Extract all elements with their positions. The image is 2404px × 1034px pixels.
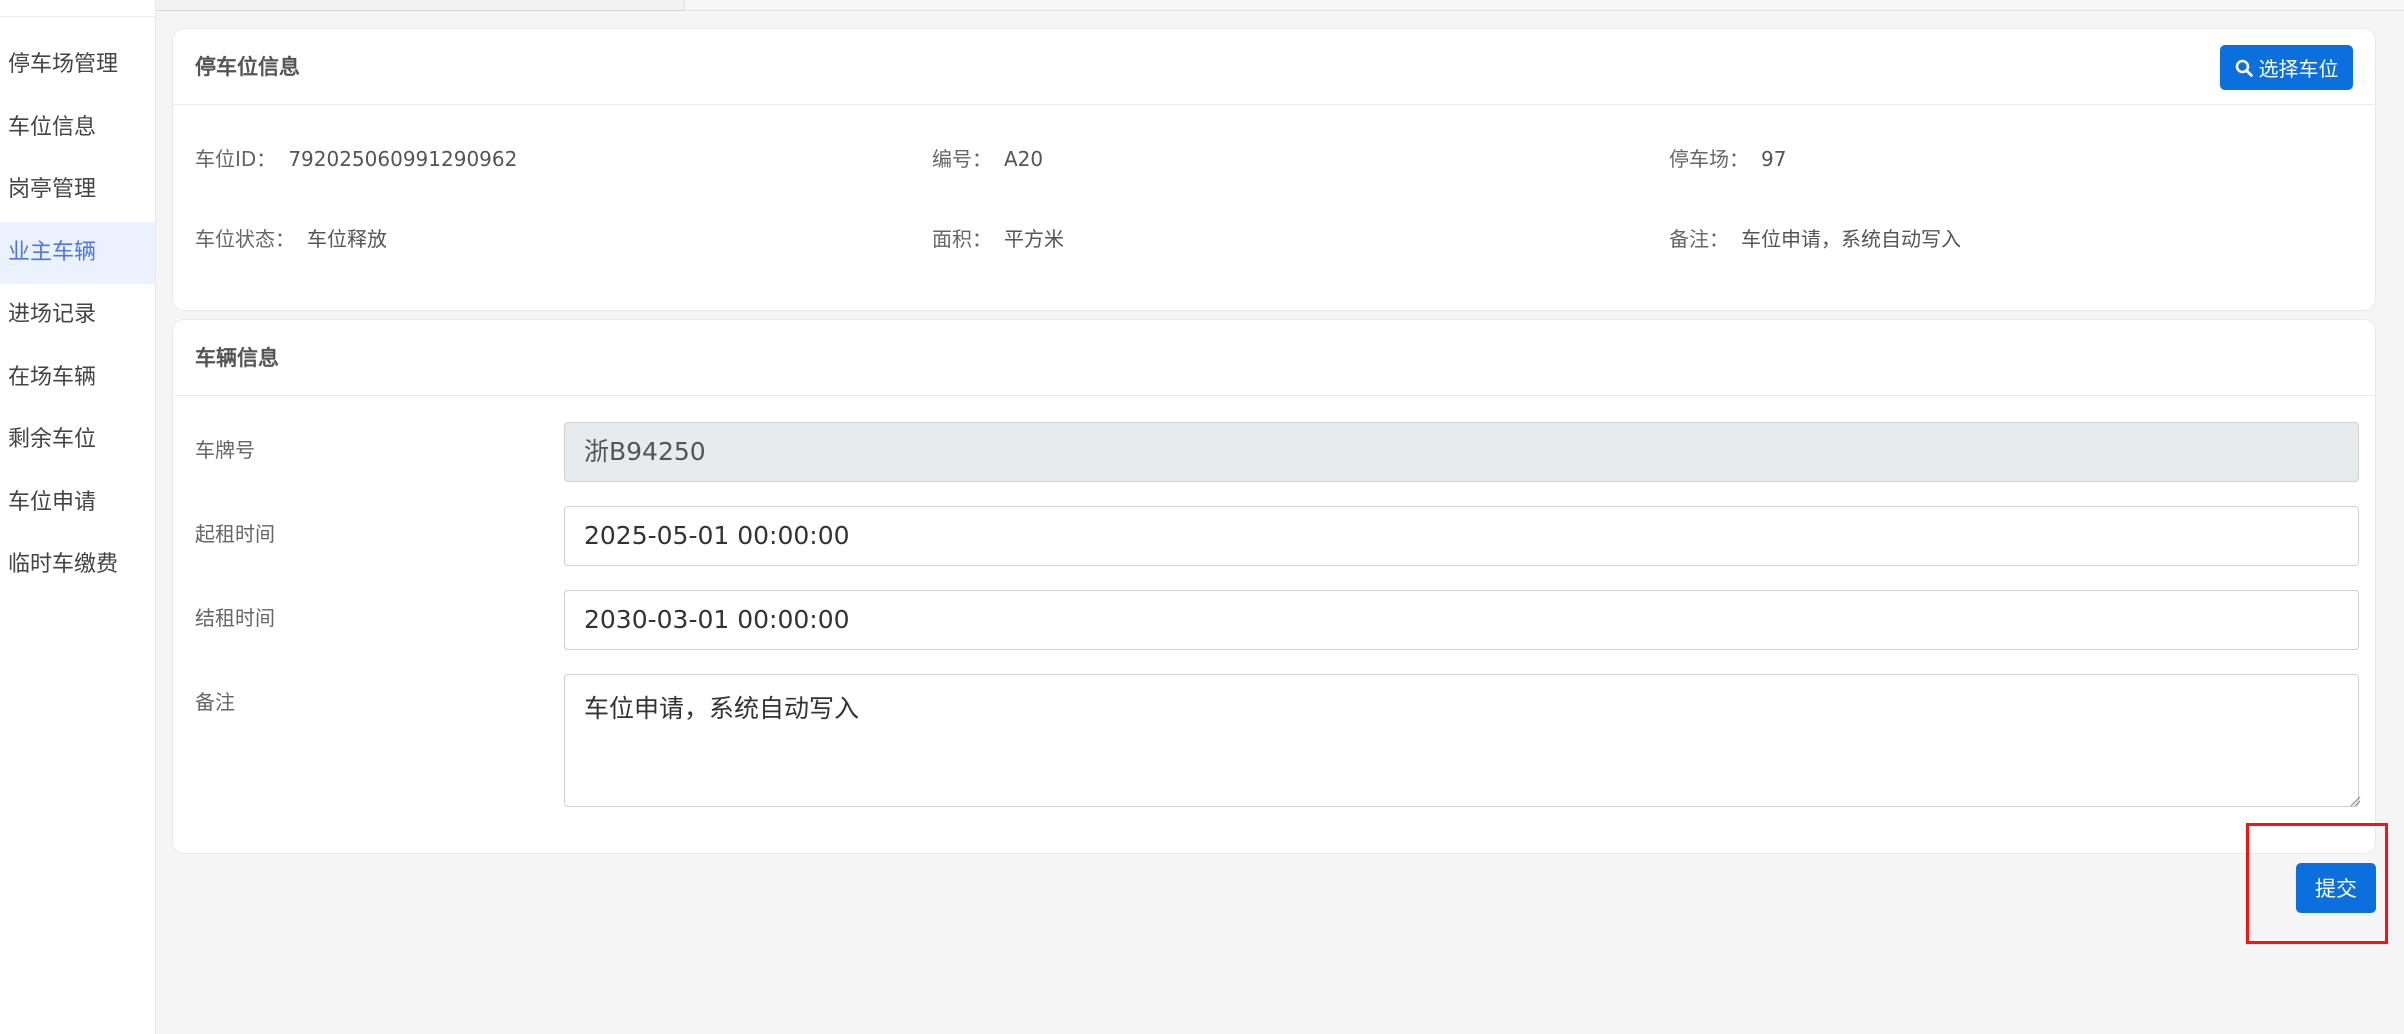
space-id-value: 792025060991290962 [288, 147, 518, 171]
sidebar-menu: 停车场管理 车位信息 岗亭管理 业主车辆 进场记录 在场车辆 剩余车位 车位申请… [0, 34, 155, 597]
sidebar-item-owner-vehicles[interactable]: 业主车辆 [0, 221, 155, 284]
space-area-field: 面积： 平方米 [932, 223, 1064, 252]
vehicle-info-card-title: 车辆信息 [195, 346, 279, 370]
space-status-label: 车位状态： [195, 227, 295, 251]
plate-input: 浙B94250 [564, 422, 2359, 482]
parking-lot-value: 97 [1761, 147, 1787, 171]
sidebar-item-parking-lot-management[interactable]: 停车场管理 [0, 34, 155, 97]
submit-button[interactable]: 提交 [2296, 863, 2376, 913]
start-time-input[interactable]: 2025-05-01 00:00:00 [564, 506, 2359, 566]
space-number-value: A20 [1004, 147, 1044, 171]
space-remark-field: 备注： 车位申请，系统自动写入 [1669, 223, 1961, 252]
end-time-label: 结租时间 [195, 606, 275, 630]
vehicle-info-card-header: 车辆信息 [173, 320, 2375, 396]
space-status-field: 车位状态： 车位释放 [195, 223, 387, 252]
sidebar-item-vehicles-in-lot[interactable]: 在场车辆 [0, 347, 155, 410]
space-area-label: 面积： [932, 227, 992, 251]
remark-textarea[interactable]: 车位申请，系统自动写入 [564, 674, 2359, 807]
end-time-input[interactable]: 2030-03-01 00:00:00 [564, 590, 2359, 650]
start-time-label: 起租时间 [195, 522, 275, 546]
parking-space-card-header: 停车位信息 选择车位 [173, 29, 2375, 105]
space-remark-label: 备注： [1669, 227, 1729, 251]
space-number-label: 编号： [932, 147, 992, 171]
space-number-field: 编号： A20 [932, 143, 1043, 172]
parking-space-card-title: 停车位信息 [195, 55, 300, 79]
select-space-button[interactable]: 选择车位 [2220, 45, 2353, 90]
remark-label: 备注 [195, 690, 235, 714]
search-icon [2235, 59, 2253, 77]
space-remark-value: 车位申请，系统自动写入 [1741, 227, 1961, 251]
resize-grip-icon[interactable] [2349, 795, 2361, 807]
sidebar-item-space-application[interactable]: 车位申请 [0, 472, 155, 535]
space-id-label: 车位ID： [195, 147, 277, 171]
select-space-button-label: 选择车位 [2258, 57, 2339, 81]
space-id-field: 车位ID： 792025060991290962 [195, 143, 517, 172]
sidebar-divider [0, 16, 156, 17]
parking-lot-field: 停车场： 97 [1669, 143, 1786, 172]
vehicle-info-card: 车辆信息 车牌号 浙B94250 起租时间 2025-05-01 00:00:0… [172, 319, 2376, 854]
top-tab[interactable] [157, 0, 685, 11]
parking-lot-label: 停车场： [1669, 147, 1749, 171]
space-status-value: 车位释放 [307, 227, 387, 251]
space-area-value: 平方米 [1004, 227, 1064, 251]
sidebar-item-booth-management[interactable]: 岗亭管理 [0, 159, 155, 222]
parking-space-card: 停车位信息 选择车位 车位ID： 792025060991290962 编号： A2… [172, 28, 2376, 311]
plate-label: 车牌号 [195, 438, 255, 462]
sidebar-item-remaining-spaces[interactable]: 剩余车位 [0, 409, 155, 472]
top-tab-strip [157, 0, 2404, 11]
sidebar: 停车场管理 车位信息 岗亭管理 业主车辆 进场记录 在场车辆 剩余车位 车位申请… [0, 0, 156, 1034]
sidebar-item-entry-records[interactable]: 进场记录 [0, 284, 155, 347]
sidebar-item-space-info[interactable]: 车位信息 [0, 97, 155, 160]
sidebar-item-temp-vehicle-payment[interactable]: 临时车缴费 [0, 534, 155, 597]
